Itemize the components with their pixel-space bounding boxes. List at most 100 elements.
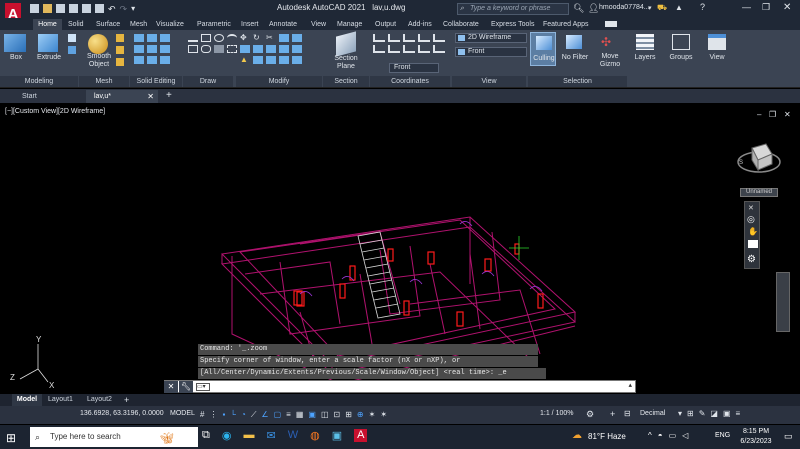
transparency-icon[interactable]: ▦ — [296, 410, 304, 420]
extrude-button[interactable]: Extrude — [34, 54, 64, 61]
move-icon[interactable]: ✥ — [240, 34, 250, 42]
break-icon[interactable] — [279, 56, 289, 64]
tab-insert[interactable]: Insert — [241, 19, 259, 30]
user-dropdown-icon[interactable]: ▾ — [648, 4, 652, 12]
command-close-icon[interactable]: ✕ — [164, 381, 178, 393]
smooth-object-icon[interactable] — [88, 34, 108, 54]
hardware-acceleration-icon[interactable]: ◪ — [710, 409, 718, 418]
remote-desktop-icon[interactable]: ▣ — [332, 429, 342, 442]
tab-annotate[interactable]: Annotate — [269, 19, 297, 30]
model-space-button[interactable]: MODEL — [170, 410, 195, 417]
line-icon[interactable] — [188, 34, 198, 42]
box-icon[interactable] — [4, 34, 26, 52]
culling-button[interactable]: Culling — [530, 32, 556, 66]
customize-dropdown-icon[interactable]: ▾ — [131, 4, 135, 14]
minimize-icon[interactable]: — — [742, 2, 751, 12]
layers-button[interactable]: Layers — [630, 54, 660, 61]
ucs-object-icon[interactable] — [403, 45, 415, 53]
tab-surface[interactable]: Surface — [96, 19, 120, 30]
subtract-icon[interactable] — [134, 45, 144, 53]
snap-icon[interactable]: ⋮ — [209, 410, 217, 420]
ucs-face-icon[interactable] — [418, 45, 430, 53]
named-view-dropdown[interactable]: Front — [455, 47, 527, 57]
show-hidden-icons-icon[interactable]: ^ — [648, 431, 652, 440]
panel-coordinates-label[interactable]: Coordinates — [370, 76, 450, 87]
mesh-smooth-less-icon[interactable] — [116, 46, 124, 54]
tab-model[interactable]: Model — [12, 394, 42, 406]
grid-icon[interactable]: # — [200, 410, 204, 420]
groups-icon[interactable] — [672, 34, 690, 50]
refine-mesh-icon[interactable] — [116, 58, 124, 66]
extrude-icon[interactable] — [38, 34, 58, 52]
task-view-icon[interactable]: ⧉ — [202, 429, 210, 442]
cart-icon[interactable]: ⛟ — [657, 3, 667, 13]
plot-icon[interactable] — [95, 4, 104, 13]
search-icon[interactable]: 🔍︎ — [573, 3, 584, 14]
close-window-icon[interactable]: ✕ — [783, 2, 791, 13]
edge-browser-icon[interactable]: ◉ — [222, 429, 232, 442]
customization-icon[interactable]: ≡ — [736, 409, 741, 418]
restore-icon[interactable]: ❐ — [762, 2, 770, 13]
ucs-x-icon[interactable] — [403, 34, 415, 42]
section-plane-icon[interactable] — [336, 31, 356, 57]
tab-output[interactable]: Output — [375, 19, 396, 30]
scale-icon[interactable] — [279, 45, 289, 53]
copy-icon[interactable] — [279, 34, 289, 42]
panel-view-label[interactable]: View — [452, 76, 526, 87]
pan-icon[interactable]: ✋ — [748, 227, 758, 236]
rectangle-icon[interactable] — [188, 45, 198, 53]
ucs-y-icon[interactable] — [418, 34, 430, 42]
notifications-icon[interactable]: ▭ — [784, 431, 793, 442]
network-icon[interactable]: ◓ — [658, 431, 663, 440]
panel-section-label[interactable]: Section — [323, 76, 369, 87]
panel-solid-editing-label[interactable]: Solid Editing — [130, 76, 182, 87]
viewcube-icon[interactable]: S — [736, 134, 782, 180]
mesh-smooth-more-icon[interactable] — [116, 34, 124, 42]
explode-icon[interactable] — [253, 45, 263, 53]
separate-icon[interactable] — [147, 56, 157, 64]
save-as-icon[interactable] — [69, 4, 78, 13]
quick-properties-icon[interactable]: ▾ — [678, 409, 682, 418]
annotation-visibility-icon[interactable]: ✶ — [369, 410, 376, 420]
weather-icon[interactable]: ☁ — [572, 430, 582, 441]
display-icon[interactable]: ▭ — [669, 431, 677, 440]
polysolid-icon[interactable] — [68, 34, 76, 42]
firefox-icon[interactable]: ◍ — [310, 429, 320, 442]
object-snap-icon[interactable]: ▢ — [274, 410, 282, 420]
word-icon[interactable]: W — [288, 429, 298, 442]
box-button[interactable]: Box — [3, 54, 29, 61]
selection-filter-icon[interactable]: ⊞ — [345, 410, 352, 420]
groups-button[interactable]: Groups — [666, 54, 696, 61]
coordinates-readout[interactable]: 136.6928, 63.3196, 0.0000 — [80, 410, 164, 417]
panel-modeling-label[interactable]: Modeling — [0, 76, 78, 87]
extrude-faces-icon[interactable] — [160, 45, 170, 53]
layers-icon[interactable] — [636, 34, 654, 50]
erase-icon[interactable]: ▲ — [240, 56, 250, 64]
help-icon[interactable]: ? — [700, 2, 705, 12]
annotation-monitor-icon[interactable]: + — [610, 409, 615, 419]
new-tab-icon[interactable]: + — [166, 90, 172, 101]
print-icon[interactable] — [82, 4, 91, 13]
undo-icon[interactable]: ↶ — [108, 4, 116, 14]
help-search-input[interactable]: ⌕ Type a keyword or phrase — [457, 3, 569, 15]
fillet-icon[interactable] — [240, 45, 250, 53]
steering-wheel-icon[interactable]: ◎ — [747, 214, 755, 225]
tab-layout1[interactable]: Layout1 — [48, 394, 73, 406]
boundary-icon[interactable] — [227, 45, 237, 53]
align-icon[interactable] — [292, 56, 302, 64]
move-gizmo-button[interactable]: Move Gizmo — [595, 53, 625, 69]
panel-draw-label[interactable]: Draw — [183, 76, 233, 87]
nav-close-icon[interactable]: ✕ — [748, 204, 754, 212]
save-icon[interactable] — [56, 4, 65, 13]
object-snap-tracking-icon[interactable]: ∠ — [261, 410, 268, 420]
slice-icon[interactable] — [147, 34, 157, 42]
ucs-origin-icon[interactable] — [373, 45, 385, 53]
trim-icon[interactable]: ✂ — [266, 34, 276, 42]
ucs-named-dropdown[interactable]: Front — [389, 63, 439, 73]
tab-mesh[interactable]: Mesh — [130, 19, 147, 30]
ucs-z-icon[interactable] — [433, 34, 445, 42]
smooth-object-button[interactable]: Smooth Object — [80, 53, 118, 69]
infer-constraints-icon[interactable]: ▪ — [222, 410, 225, 420]
workspace-gear-icon[interactable]: ⚙ — [586, 409, 594, 420]
user-name[interactable]: hmooda07784... — [599, 4, 650, 11]
